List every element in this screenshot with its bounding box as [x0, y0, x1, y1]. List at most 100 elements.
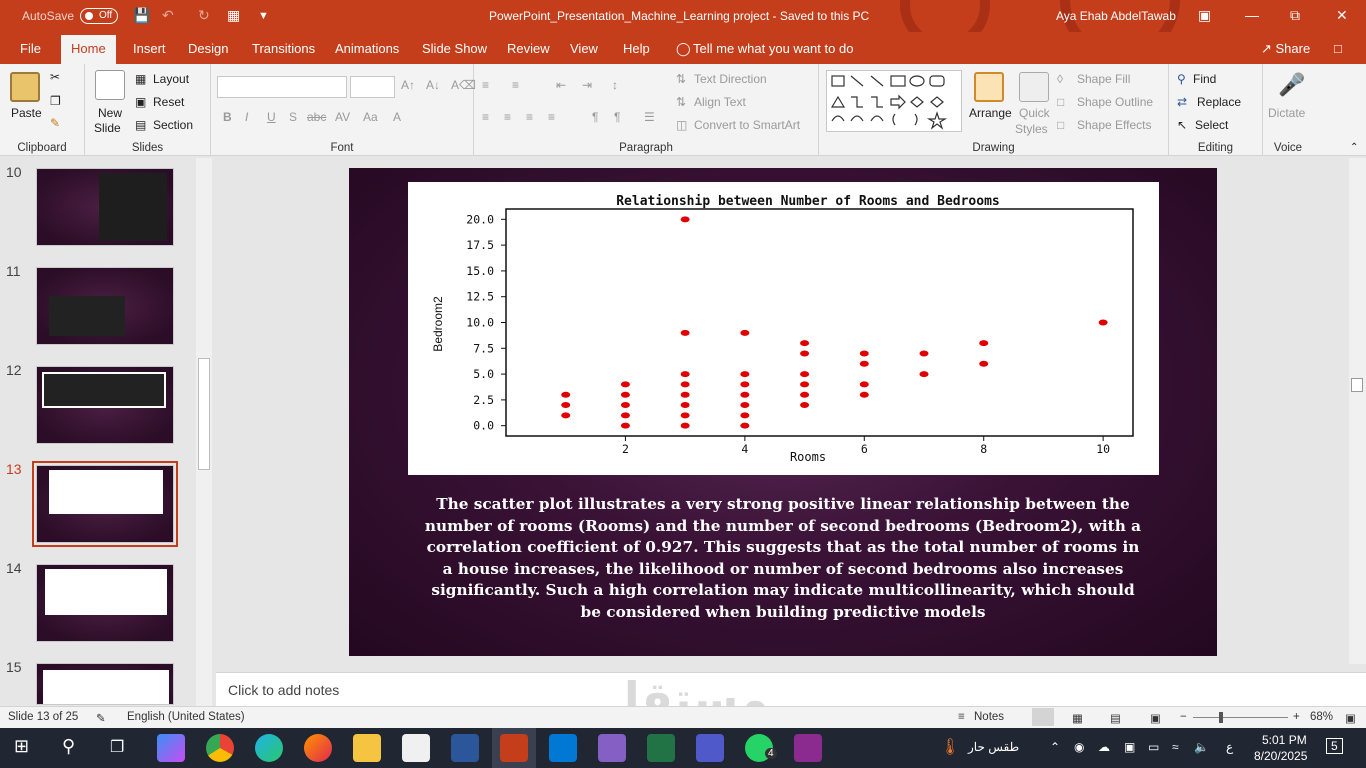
bullets-icon[interactable]: ≡: [482, 78, 489, 92]
firefox-icon[interactable]: [304, 734, 332, 762]
slide-thumbnail[interactable]: [36, 564, 174, 642]
section-button[interactable]: Section: [153, 118, 193, 132]
restore-icon[interactable]: ⧉: [1290, 7, 1300, 24]
slide-thumbnail[interactable]: [36, 168, 174, 246]
wifi-icon[interactable]: ≈: [1172, 740, 1179, 754]
tab-home[interactable]: Home: [61, 35, 116, 64]
shape-effects-button[interactable]: Shape Effects: [1077, 118, 1152, 132]
fit-to-window-icon[interactable]: ▣: [1345, 711, 1356, 725]
user-name[interactable]: Aya Ehab AbdelTawab: [1056, 9, 1176, 23]
layout-button[interactable]: Layout: [153, 72, 189, 86]
paste-button[interactable]: Paste: [11, 106, 42, 120]
cut-icon[interactable]: ✂: [50, 70, 60, 84]
align-left-icon[interactable]: ≡: [482, 110, 489, 124]
close-icon[interactable]: ✕: [1336, 7, 1348, 24]
clock-date[interactable]: 8/20/2025: [1254, 749, 1307, 763]
powerpoint-icon[interactable]: [500, 734, 528, 762]
language-indicator[interactable]: English (United States): [127, 711, 245, 723]
teams-icon[interactable]: [696, 734, 724, 762]
new-slide-label-2[interactable]: Slide: [94, 121, 121, 135]
zoom-in-icon[interactable]: +: [1293, 711, 1300, 723]
tab-animations[interactable]: Animations: [335, 41, 399, 56]
align-text-button[interactable]: Align Text: [694, 95, 746, 109]
slideshow-view-icon[interactable]: ▣: [1150, 711, 1161, 725]
share-button[interactable]: ↗ Share: [1261, 41, 1310, 57]
tab-review[interactable]: Review: [507, 41, 550, 56]
editor-scrollbar[interactable]: [1349, 158, 1366, 664]
scatter-chart[interactable]: Relationship between Number of Rooms and…: [408, 182, 1159, 475]
shadow-button[interactable]: S: [289, 110, 297, 124]
text-direction-button[interactable]: Text Direction: [694, 72, 767, 86]
slide-thumbnail[interactable]: [36, 267, 174, 345]
tell-me-search[interactable]: Tell me what you want to do: [693, 41, 853, 56]
clock-time[interactable]: 5:01 PM: [1262, 733, 1307, 747]
columns-icon[interactable]: ☰: [644, 110, 655, 124]
tray-icon[interactable]: ◉: [1074, 740, 1084, 754]
reading-view-icon[interactable]: ▤: [1110, 711, 1121, 725]
clear-format-icon[interactable]: A⌫: [451, 78, 476, 92]
select-button[interactable]: Select: [1195, 118, 1228, 132]
slide-thumbnail-active[interactable]: [32, 461, 178, 547]
excel-icon[interactable]: [647, 734, 675, 762]
font-color-button[interactable]: A: [393, 110, 401, 124]
ltr-icon[interactable]: ¶: [614, 110, 620, 124]
change-case-button[interactable]: Aa: [363, 110, 378, 124]
battery-icon[interactable]: ▭: [1148, 740, 1159, 754]
zoom-slider[interactable]: [1193, 717, 1288, 718]
vscode-icon[interactable]: [549, 734, 577, 762]
decrease-indent-icon[interactable]: ⇤: [556, 78, 566, 92]
tray-expand-icon[interactable]: ⌃: [1050, 740, 1060, 754]
replace-button[interactable]: Replace: [1197, 95, 1241, 109]
rtl-icon[interactable]: ¶: [592, 110, 598, 124]
search-icon[interactable]: ⚲: [62, 736, 75, 757]
minimize-icon[interactable]: —: [1245, 7, 1259, 23]
task-view-icon[interactable]: ❐: [110, 737, 124, 757]
quick-styles-label-2[interactable]: Styles: [1015, 122, 1048, 136]
font-family-input[interactable]: [217, 76, 347, 98]
zoom-slider-thumb[interactable]: [1219, 712, 1223, 723]
shapes-gallery[interactable]: [826, 70, 962, 132]
winrar-icon[interactable]: [794, 734, 822, 762]
reset-button[interactable]: Reset: [153, 95, 184, 109]
numbering-icon[interactable]: ≡: [512, 78, 519, 92]
save-icon[interactable]: 💾: [133, 7, 150, 24]
new-slide-icon[interactable]: [95, 70, 125, 100]
ribbon-display-icon[interactable]: ▣: [1198, 7, 1211, 24]
tray-icon[interactable]: ▣: [1124, 740, 1135, 754]
tab-file[interactable]: File: [20, 41, 41, 56]
undo-icon[interactable]: ↶: [162, 7, 174, 24]
windows-start-icon[interactable]: ⊞: [14, 736, 29, 757]
chrome-icon[interactable]: [206, 734, 234, 762]
italic-button[interactable]: I: [245, 110, 248, 124]
shape-outline-button[interactable]: Shape Outline: [1077, 95, 1153, 109]
speaker-icon[interactable]: 🔈: [1194, 740, 1209, 754]
new-slide-label-1[interactable]: New: [98, 106, 122, 120]
bold-button[interactable]: B: [223, 110, 232, 124]
comments-icon[interactable]: □: [1334, 41, 1342, 56]
weather-icon[interactable]: 🌡: [940, 737, 960, 757]
file-explorer-icon[interactable]: [353, 734, 381, 762]
edge-icon[interactable]: [255, 734, 283, 762]
slide-caption[interactable]: The scatter plot illustrates a very stro…: [420, 494, 1146, 624]
shape-fill-button[interactable]: Shape Fill: [1077, 72, 1130, 86]
slide-thumbnail[interactable]: [36, 663, 174, 705]
microphone-icon[interactable]: 🎤: [1278, 72, 1305, 98]
quick-styles-label-1[interactable]: Quick: [1019, 106, 1050, 120]
dictate-button[interactable]: Dictate: [1268, 106, 1305, 120]
normal-view-icon[interactable]: [1032, 708, 1054, 726]
arrange-button[interactable]: Arrange: [969, 106, 1012, 120]
arrange-icon[interactable]: [974, 72, 1004, 102]
underline-button[interactable]: U: [267, 110, 276, 124]
notification-badge[interactable]: 5: [1326, 738, 1343, 754]
cloud-icon[interactable]: ☁: [1098, 740, 1110, 754]
tab-design[interactable]: Design: [188, 41, 228, 56]
copilot-icon[interactable]: [157, 734, 185, 762]
autosave-toggle[interactable]: Off: [80, 8, 118, 24]
format-painter-icon[interactable]: ✎: [50, 116, 60, 130]
store-icon[interactable]: [402, 734, 430, 762]
word-icon[interactable]: [451, 734, 479, 762]
redo-icon[interactable]: ↻: [198, 7, 210, 24]
slide-sorter-icon[interactable]: ▦: [1072, 711, 1083, 725]
tab-help[interactable]: Help: [623, 41, 650, 56]
zoom-out-icon[interactable]: −: [1180, 711, 1187, 723]
